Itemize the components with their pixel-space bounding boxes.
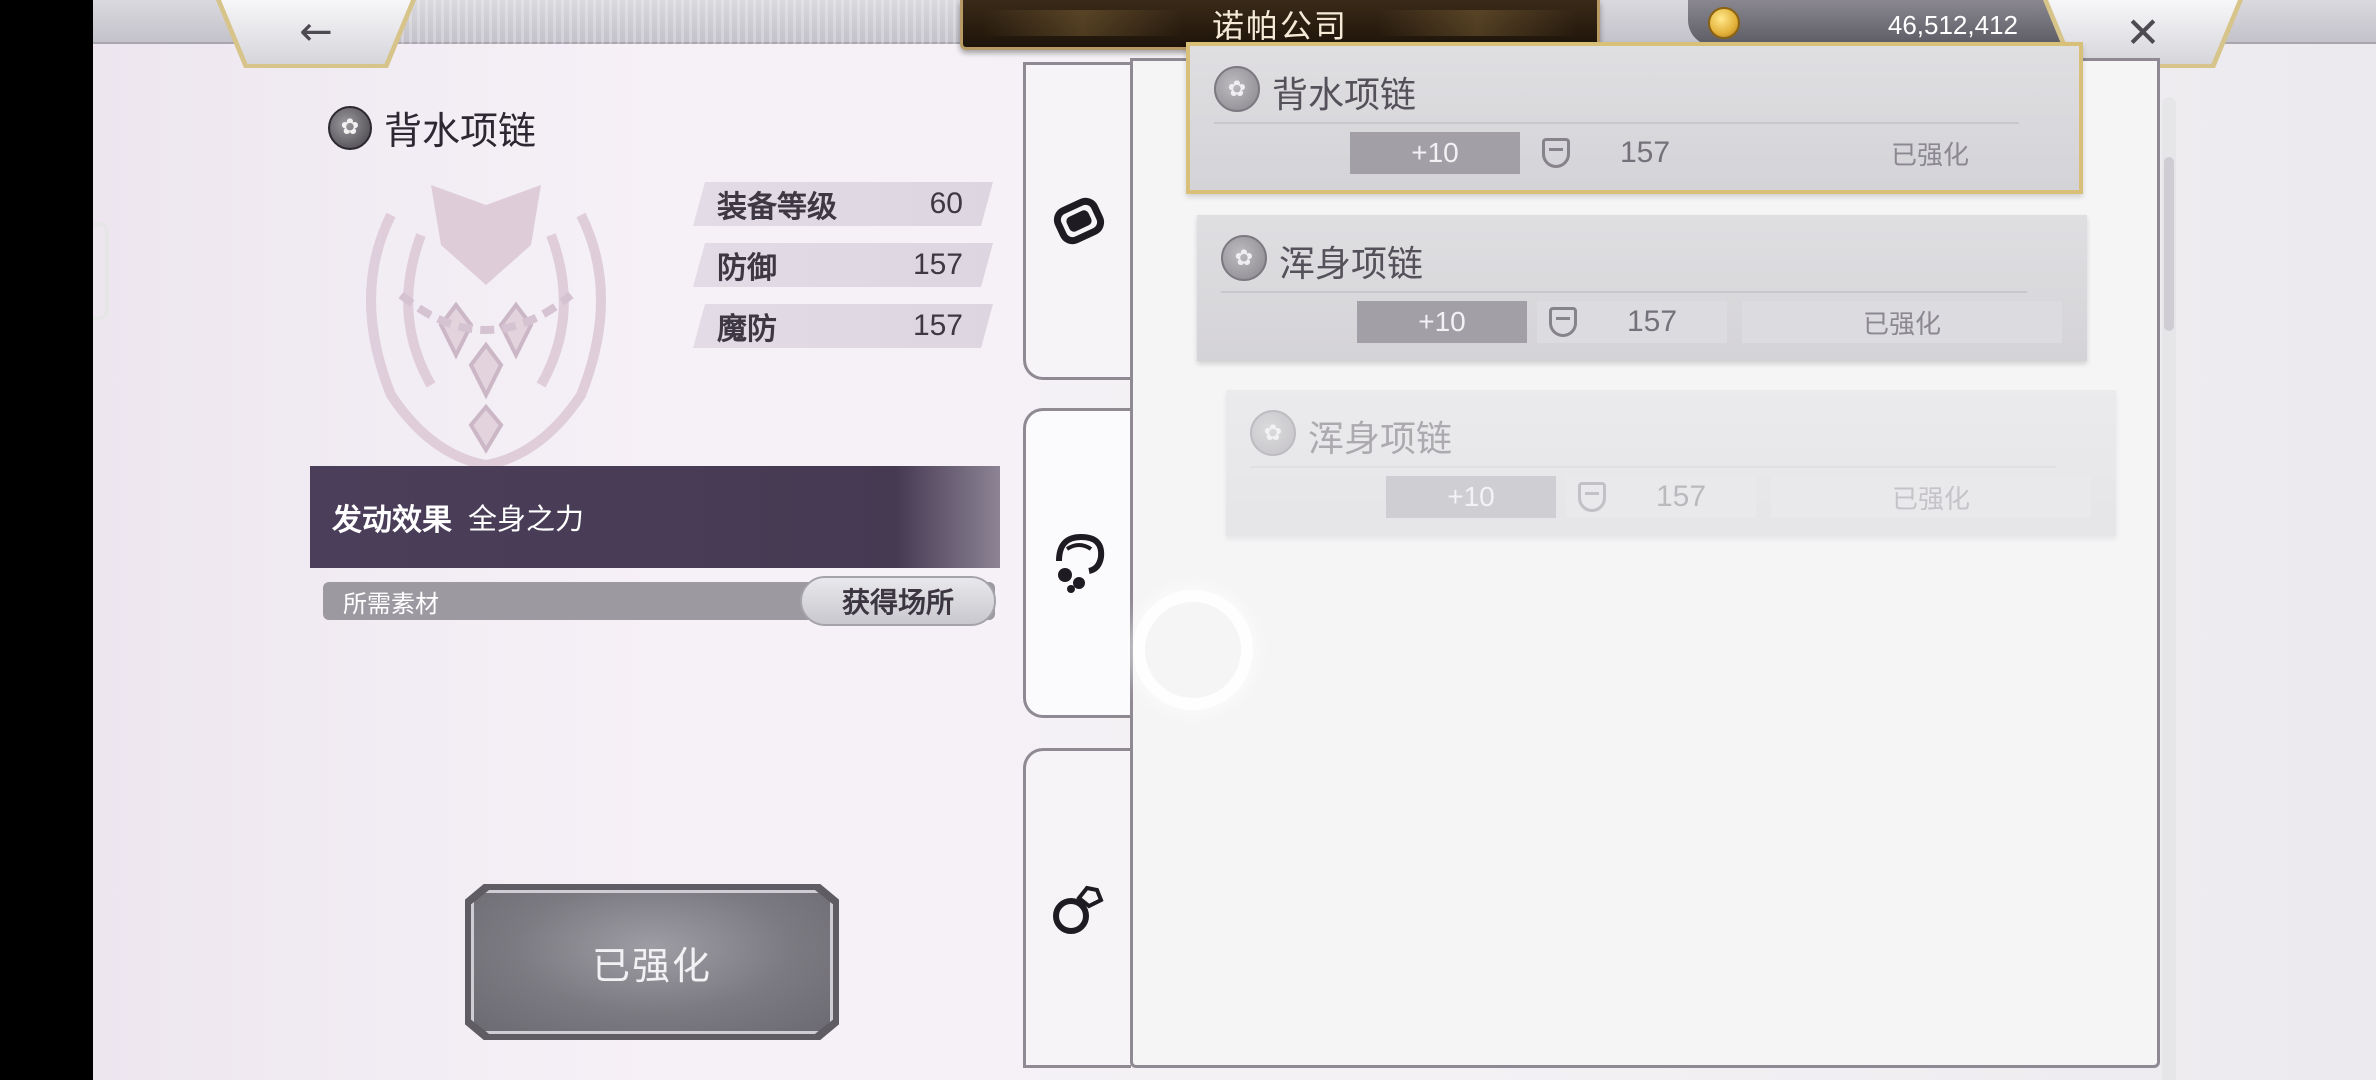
- equipment-list-panel: [1130, 58, 2176, 1080]
- currency-value: 46,512,412: [1887, 10, 2018, 40]
- source-button[interactable]: 获得场所: [800, 576, 996, 626]
- shield-icon: [1542, 138, 1570, 168]
- stat-row-level: 装备等级 60: [693, 182, 993, 226]
- list-item[interactable]: ✿ 浑身项链 +10 157 已强化: [1197, 215, 2087, 361]
- tab-bracelet[interactable]: [1023, 62, 1131, 380]
- app-screen: ← 诺帕公司 46,512,412 ✕ ✿ 背水项链 装备等级 60 防御 15…: [93, 0, 2376, 1080]
- close-icon: ✕: [2125, 7, 2161, 57]
- list-item-status: 已强化: [1742, 301, 2062, 343]
- list-item-defense: 157: [1627, 305, 1678, 338]
- stat-row-magic-defense: 魔防 157: [693, 304, 993, 348]
- list-item-defense: 157: [1620, 136, 1671, 169]
- ring-icon: [1052, 885, 1104, 934]
- list-item[interactable]: ✿ 背水项链 +10 157 已强化: [1186, 42, 2083, 194]
- effect-bar: 发动效果 全身之力: [310, 466, 1000, 568]
- back-arrow-icon: ←: [299, 9, 333, 55]
- effect-label: 发动效果: [332, 503, 452, 538]
- shield-icon: [1578, 482, 1606, 512]
- tab-necklace[interactable]: [1023, 408, 1131, 718]
- side-handle[interactable]: [93, 222, 109, 320]
- item-name: 背水项链: [384, 109, 537, 153]
- necklace-icon: ✿: [328, 105, 372, 150]
- list-item[interactable]: ✿ 浑身项链 +10 157 已强化: [1226, 390, 2116, 536]
- necklace-icon: ✿: [1221, 235, 1267, 281]
- scroll-thumb[interactable]: [2164, 157, 2174, 331]
- list-item-name: 浑身项链: [1279, 244, 1424, 285]
- touch-indicator: [1133, 590, 1253, 710]
- list-item-status: 已强化: [1890, 140, 1969, 171]
- necklace-emblem-image: [366, 185, 606, 471]
- materials-label: 所需素材: [343, 589, 439, 618]
- bracelet-icon: [1053, 197, 1104, 245]
- necklace-icon: [1055, 533, 1104, 593]
- list-item-level: +10: [1357, 301, 1527, 343]
- list-item-level: +10: [1350, 132, 1520, 174]
- list-item-name: 背水项链: [1272, 75, 1417, 116]
- list-item-status: 已强化: [1771, 476, 2091, 518]
- back-button[interactable]: ←: [221, 0, 411, 64]
- tab-ring[interactable]: [1023, 748, 1131, 1068]
- currency-display: 46,512,412: [1688, 0, 2108, 46]
- coin-icon: [1708, 7, 1740, 39]
- list-item-defense: 157: [1656, 480, 1707, 513]
- list-item-level: +10: [1386, 476, 1556, 518]
- item-header: ✿ 背水项链: [328, 100, 536, 155]
- enhance-button-label: 已强化: [471, 890, 833, 1034]
- shield-icon: [1549, 307, 1577, 337]
- effect-value: 全身之力: [468, 502, 585, 536]
- necklace-icon: ✿: [1250, 410, 1296, 456]
- enhance-button[interactable]: 已强化: [465, 884, 839, 1040]
- necklace-icon: ✿: [1214, 66, 1260, 112]
- stat-row-defense: 防御 157: [693, 243, 993, 287]
- list-item-name: 浑身项链: [1308, 419, 1453, 460]
